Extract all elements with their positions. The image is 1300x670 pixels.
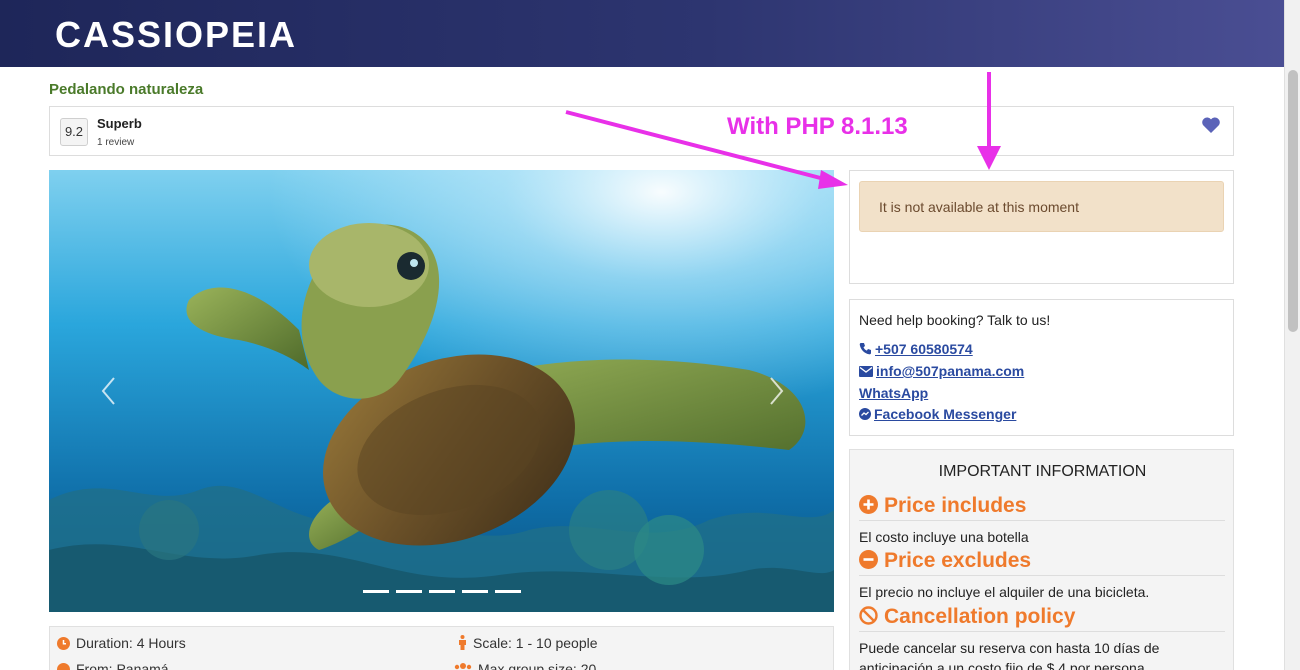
whatsapp-link[interactable]: WhatsApp [859,385,928,401]
help-booking-box: Need help booking? Talk to us! +507 6058… [849,299,1234,436]
gallery-prev-icon[interactable] [99,375,119,407]
detail-from: From: Panamá [57,661,169,670]
important-information: IMPORTANT INFORMATION Price includes El … [849,449,1234,670]
ban-icon [859,606,878,625]
tour-title: Pedalando naturaleza [49,81,204,98]
info-divider [859,631,1225,632]
gallery-indicator[interactable] [462,590,488,593]
tour-details: Duration: 4 Hours Scale: 1 - 10 people F… [49,626,834,670]
gallery-indicator[interactable] [396,590,422,593]
clock-icon [57,637,70,650]
annotation-label: With PHP 8.1.13 [727,113,908,140]
cancellation-policy-text: Puede cancelar su reserva con hasta 10 d… [859,640,1160,670]
detail-duration: Duration: 4 Hours [57,635,186,651]
gallery-indicators [363,590,523,594]
rating-score-badge: 9.2 [60,118,88,146]
price-excludes-heading: Price excludes [859,549,1031,573]
availability-alert: It is not available at this moment [859,181,1224,232]
detail-max-group: Max group size: 20 [454,661,596,670]
plus-circle-icon [859,495,878,514]
image-gallery[interactable] [49,170,834,612]
info-title: IMPORTANT INFORMATION [938,463,1147,480]
phone-icon [859,343,871,355]
phone-link[interactable]: +507 60580574 [859,341,973,357]
heart-icon[interactable] [1201,116,1221,134]
info-divider [859,520,1225,521]
price-includes-text: El costo incluye una botella [859,529,1029,545]
scrollbar-thumb[interactable] [1288,70,1298,332]
messenger-icon [859,408,871,420]
price-includes-heading: Price includes [859,494,1026,518]
info-divider [859,575,1225,576]
review-count[interactable]: 1 review [97,137,134,148]
envelope-icon [859,366,873,377]
site-logo[interactable]: CASSIOPEIA [55,14,297,56]
price-excludes-text: El precio no incluye el alquiler de una … [859,584,1150,600]
group-icon [454,663,472,670]
gallery-indicator[interactable] [495,590,521,593]
gallery-indicator[interactable] [363,590,389,593]
messenger-link[interactable]: Facebook Messenger [859,406,1016,422]
minus-circle-icon [859,550,878,569]
cancellation-policy-heading: Cancellation policy [859,605,1075,629]
rating-label: Superb [97,116,142,131]
location-icon [57,663,70,670]
site-header: CASSIOPEIA [0,0,1284,67]
gallery-next-icon[interactable] [766,375,786,407]
email-link[interactable]: info@507panama.com [859,363,1024,379]
person-icon [459,635,466,650]
help-title: Need help booking? Talk to us! [859,312,1051,328]
page-scrollbar[interactable] [1284,0,1300,670]
sea-turtle-photo [49,170,834,612]
booking-widget: It is not available at this moment [849,170,1234,284]
rating-box: 9.2 Superb 1 review [49,106,1234,156]
detail-scale: Scale: 1 - 10 people [458,635,598,651]
gallery-indicator[interactable] [429,590,455,593]
